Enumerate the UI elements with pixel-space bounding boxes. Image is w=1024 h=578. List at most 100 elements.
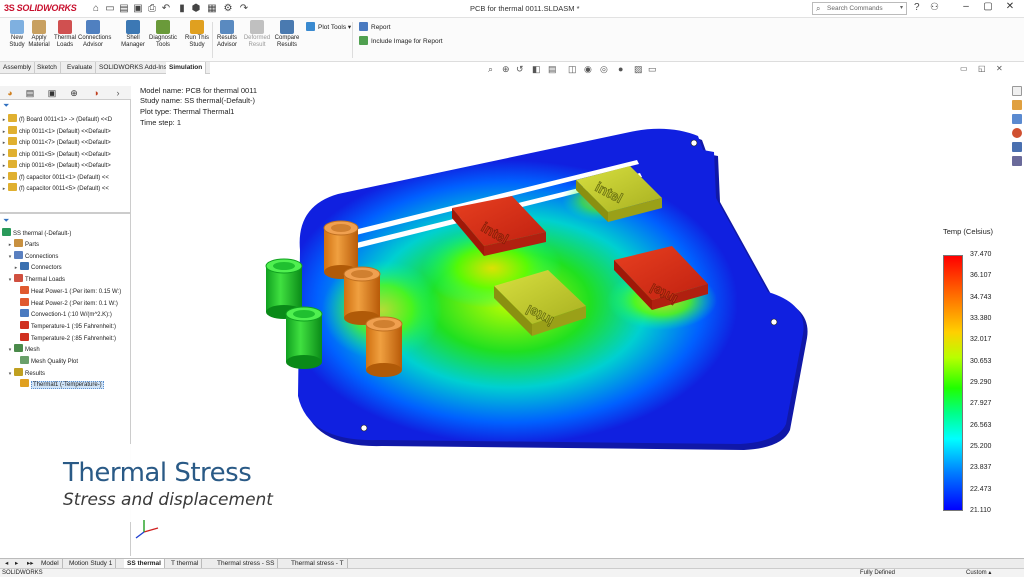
window-close-icon[interactable]: ✕ [996, 64, 1003, 73]
feature-tree-item[interactable]: ▸ chip 0011<1> (Default) <<Default> [0, 125, 111, 138]
tab-simulation[interactable]: Simulation [166, 62, 207, 74]
search-commands-input[interactable]: ⌕ Search Commands ▾ [812, 2, 907, 15]
expand-arrow-icon[interactable]: ▸ [0, 138, 8, 149]
redo-icon[interactable]: ↷ [238, 2, 250, 15]
options-icon[interactable]: ⚙ [222, 2, 234, 15]
home-icon[interactable]: ⌂ [90, 2, 102, 15]
help-icon[interactable]: ? [914, 2, 920, 13]
print-icon[interactable]: ⎙ [146, 2, 158, 15]
section-view-icon[interactable]: ◧ [532, 64, 541, 75]
study-tree-item[interactable]: ▾ Thermal Loads [6, 274, 65, 285]
undo-icon[interactable]: ↶ [160, 2, 172, 15]
appearances-icon[interactable] [1012, 128, 1022, 138]
plot-tools-button[interactable]: Plot Tools ▾ [306, 22, 351, 31]
file-properties-icon[interactable]: ▦ [206, 2, 218, 15]
resources-icon[interactable] [1012, 86, 1022, 96]
hide-show-icon[interactable]: ◎ [600, 64, 608, 75]
maximize-icon[interactable]: ▢ [980, 1, 996, 12]
tab-sketch[interactable]: Sketch [34, 62, 61, 74]
dimxpert-tab-icon[interactable]: ⊕ [66, 87, 82, 99]
display-style-icon[interactable]: ◉ [584, 64, 592, 75]
appearance-icon[interactable]: ● [618, 64, 623, 74]
panel-expand-icon[interactable]: › [110, 87, 126, 99]
window-restore-icon[interactable]: ◱ [978, 64, 986, 73]
tab-assembly[interactable]: Assembly [0, 62, 36, 74]
feature-tree-item[interactable]: ▸ chip 0011<6> (Default) <<Default> [0, 160, 111, 171]
close-icon[interactable]: ✕ [1002, 1, 1018, 12]
study-root[interactable]: SS thermal (-Default-) [2, 228, 71, 239]
feature-tree-item[interactable]: ▸ (f) capacitor 0011<5> (Default) << [0, 183, 109, 194]
feature-tree-item[interactable]: ▸ chip 0011<5> (Default) <<Default> [0, 148, 111, 161]
study-tree-item[interactable]: ▸ Connectors [12, 262, 62, 273]
shell-manager-button[interactable]: Shell Manager [118, 20, 148, 49]
configuration-tab-icon[interactable]: ▣ [44, 87, 60, 99]
compare-results-button[interactable]: Compare Results [272, 20, 302, 49]
study-tree-item[interactable]: ▾ Connections [6, 250, 58, 263]
design-library-icon[interactable] [1012, 100, 1022, 110]
report-icon [359, 22, 368, 31]
expand-arrow-icon[interactable]: ▸ [0, 127, 8, 138]
expand-arrow-icon[interactable]: ▾ [6, 345, 14, 356]
run-study-button[interactable]: Run This Study [182, 20, 212, 49]
file-explorer-icon[interactable] [1012, 114, 1022, 124]
display-settings-icon[interactable]: ▭ [648, 64, 657, 75]
filter-icon[interactable]: ⏷ [3, 101, 9, 111]
study-tree-item[interactable]: ▾ Mesh [6, 344, 40, 355]
filter-icon[interactable]: ⏷ [3, 216, 9, 226]
select-icon[interactable]: ▮ [176, 2, 188, 15]
study-tree-item[interactable]: ▾ Results [6, 367, 45, 380]
study-tree-item[interactable]: Thermal1 (-Temperature-) [12, 379, 104, 390]
connections-advisor-button[interactable]: Connections Advisor [78, 20, 111, 49]
custom-properties-icon[interactable] [1012, 142, 1022, 152]
minimize-icon[interactable]: – [958, 1, 974, 12]
expand-arrow-icon[interactable]: ▸ [0, 161, 8, 172]
feature-tree-tab-icon[interactable]: ◕ [2, 87, 18, 99]
zoom-area-icon[interactable]: ⊕ [502, 64, 510, 75]
study-tree-item[interactable]: Temperature-1 (:95 Fahrenheit:) [12, 320, 116, 332]
save-icon[interactable]: ▣ [132, 2, 144, 15]
study-tree-item[interactable]: Convection-1 (:10 W/(m^2.K):) [12, 309, 112, 320]
rebuild-icon[interactable]: ⬢ [190, 2, 202, 15]
diagnostic-tools-button[interactable]: Diagnostic Tools [148, 20, 178, 49]
forum-icon[interactable] [1012, 156, 1022, 166]
expand-arrow-icon[interactable]: ▾ [6, 252, 14, 263]
solidworks-logo[interactable]: 3S SOLIDWORKS [4, 3, 77, 13]
window-minimize-icon[interactable]: ▭ [960, 64, 968, 73]
feature-tree-item[interactable]: ▸ (f) capacitor 0011<1> (Default) << [0, 171, 109, 184]
expand-arrow-icon[interactable]: ▸ [0, 173, 8, 184]
thermal-loads-button[interactable]: Thermal Loads [50, 20, 80, 49]
report-button[interactable]: Report [359, 22, 391, 31]
previous-view-icon[interactable]: ↺ [516, 64, 524, 75]
view-orientation-icon[interactable]: ◫ [568, 64, 577, 75]
expand-arrow-icon[interactable]: ▸ [0, 115, 8, 126]
tab-evaluate[interactable]: Evaluate [64, 62, 97, 74]
diagnostic-tools-icon [156, 20, 170, 34]
study-tree-item[interactable]: Heat Power-2 (:Per item: 0.1 W:) [12, 297, 118, 309]
expand-arrow-icon[interactable]: ▾ [6, 275, 14, 286]
study-tree-item[interactable]: Mesh Quality Plot [12, 356, 78, 367]
include-image-button[interactable]: Include Image for Report [359, 36, 443, 45]
tab-solidworks-add-ins[interactable]: SOLIDWORKS Add-Ins [96, 62, 171, 74]
property-manager-tab-icon[interactable]: ▤ [22, 87, 38, 99]
expand-arrow-icon[interactable]: ▸ [6, 240, 14, 251]
expand-arrow-icon[interactable]: ▸ [0, 184, 8, 195]
panel-splitter[interactable] [0, 212, 131, 214]
dynamic-annotation-icon[interactable]: ▤ [548, 64, 557, 75]
feature-tree-item[interactable]: ▸ (f) Board 0011<1> -> (Default) <<D [0, 114, 112, 125]
feature-tree-item[interactable]: ▸ chip 0011<7> (Default) <<Default> [0, 137, 111, 148]
scene-icon[interactable]: ▨ [634, 64, 643, 75]
study-tree-item[interactable]: ▸ Parts [6, 239, 39, 250]
zoom-to-fit-icon[interactable]: ⌕ [488, 64, 493, 75]
expand-arrow-icon[interactable]: ▸ [12, 263, 20, 274]
expand-arrow-icon[interactable]: ▸ [0, 150, 8, 161]
expand-arrow-icon[interactable]: ▾ [6, 369, 14, 380]
task-pane-bar [1011, 86, 1024, 176]
deformed-result-button[interactable]: Deformed Result [242, 20, 272, 49]
user-icon[interactable]: ⚇ [930, 2, 939, 13]
display-manager-tab-icon[interactable]: ◑ [88, 87, 104, 99]
results-advisor-button[interactable]: Results Advisor [212, 20, 242, 49]
study-tree-item[interactable]: Temperature-2 (:85 Fahrenheit:) [12, 332, 116, 344]
new-document-icon[interactable]: ▭ [104, 2, 116, 15]
open-icon[interactable]: ▤ [118, 2, 130, 15]
study-tree-item[interactable]: Heat Power-1 (:Per item: 0.15 W:) [12, 285, 121, 297]
